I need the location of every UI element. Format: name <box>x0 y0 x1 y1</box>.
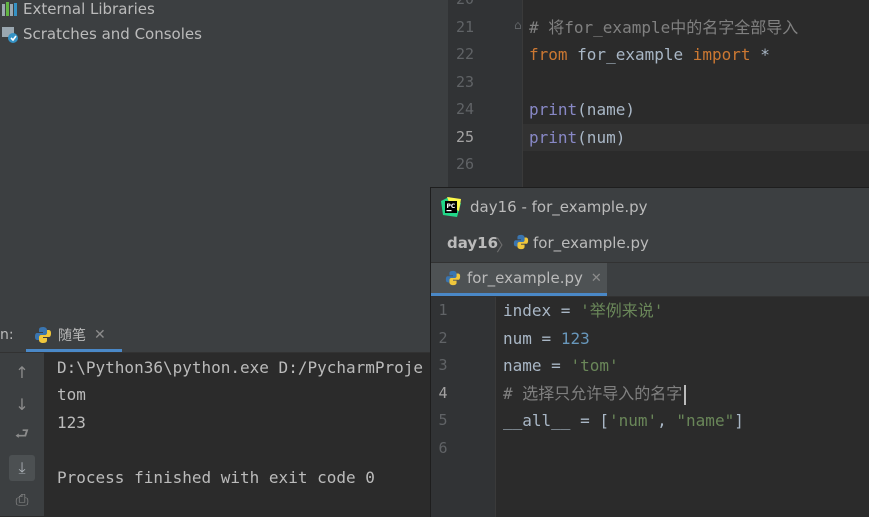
code-token: print <box>529 100 578 119</box>
run-tab-label: 随笔 <box>58 327 86 344</box>
line-number: 26 <box>455 155 475 173</box>
breadcrumb-separator-icon: 〉 <box>496 236 513 255</box>
scroll-to-end-icon[interactable]: ⤓ <box>9 455 35 481</box>
code-token: (name) <box>577 100 635 119</box>
run-header: n: 随笔 ✕ <box>0 320 432 353</box>
tree-item-label: Scratches and Consoles <box>23 25 202 43</box>
text-caret <box>684 385 686 405</box>
soft-wrap-icon[interactable]: ⮐ <box>9 423 35 449</box>
down-arrow-icon[interactable]: ↓ <box>9 391 35 417</box>
code-token: # 将for_example中的名字全部导入 <box>529 17 799 37</box>
line-number: 22 <box>455 45 475 63</box>
project-panel: External Libraries Scratches and Console… <box>0 0 448 320</box>
code-line: from for_example import * <box>529 41 770 68</box>
code-token: name <box>503 356 542 375</box>
python-file-icon <box>445 270 461 286</box>
code-token: for_example <box>567 45 693 64</box>
library-icon <box>0 0 20 19</box>
main-editor[interactable]: 20 21 22 23 24 25 26 # 将for_example中的名字全部导入fro… <box>448 0 869 187</box>
line-number: 20 <box>445 0 485 13</box>
line-number: 5 <box>438 411 448 429</box>
code-token: = <box>531 328 561 348</box>
line-number: 24 <box>455 100 475 118</box>
code-token: = <box>541 356 571 375</box>
tab-label: for_example.py <box>467 269 583 287</box>
breadcrumb-file[interactable]: for_example.py <box>533 234 649 252</box>
code-token: 123 <box>560 328 590 348</box>
run-tab[interactable]: 随笔 ✕ <box>26 320 122 352</box>
code-line: index = '举例来说' <box>503 297 663 324</box>
line-number: 23 <box>455 72 475 91</box>
line-number: 1 <box>438 301 448 319</box>
breadcrumb: day16 〉 for_example.py <box>431 226 869 263</box>
code-line: print(name) <box>529 96 635 123</box>
close-icon[interactable]: ✕ <box>94 327 106 343</box>
tree-item-external-libraries[interactable]: External Libraries <box>0 0 155 21</box>
close-icon[interactable]: ✕ <box>591 271 602 286</box>
print-icon[interactable]: ⎙ <box>9 487 35 513</box>
python-file-icon <box>513 234 529 250</box>
code-token: # 选择只允许导入的名字 <box>503 383 683 403</box>
console-line: tom <box>57 385 86 404</box>
code-line: # 选择只允许导入的名字 <box>503 380 682 407</box>
code-token: num <box>503 328 532 348</box>
code-line: name = 'tom' <box>503 352 619 379</box>
popup-editor[interactable]: 123456 index = '举例来说' num = 123 name = 'to… <box>431 297 869 517</box>
code-token: '举例来说' <box>580 301 664 320</box>
code-token: "name" <box>676 411 735 430</box>
code-line: print(num) <box>529 124 625 151</box>
run-toolbar: ↑ ↓ ⮐ ⤓ ⎙ <box>0 353 44 516</box>
tab-for-example[interactable]: for_example.py ✕ <box>431 263 607 296</box>
code-token: from <box>529 45 568 64</box>
code-token: 'tom' <box>570 356 619 375</box>
code-token: index <box>503 301 552 320</box>
code-token: (num) <box>577 127 626 147</box>
line-number: 3 <box>438 356 448 374</box>
run-label: n: <box>0 327 14 343</box>
code-line: num = 123 <box>503 325 590 352</box>
breadcrumb-project[interactable]: day16 <box>447 234 498 252</box>
code-token: = <box>551 301 581 320</box>
code-token: 'num' <box>608 411 658 430</box>
console-line: 123 <box>57 413 86 432</box>
scratches-icon <box>0 24 20 44</box>
console-line: D:\Python36\python.exe D:/PycharmProje <box>57 358 424 377</box>
gutter-divider <box>522 0 523 187</box>
tree-item-label: External Libraries <box>23 0 155 18</box>
fold-icon[interactable]: ⌂ <box>514 18 522 32</box>
run-panel: n: 随笔 ✕ ↑ ↓ ⮐ ⤓ ⎙ D:\Python36\python.exe… <box>0 320 432 516</box>
pycharm-logo-icon: PC <box>441 197 461 217</box>
code-token: ] <box>734 411 744 430</box>
code-token: import <box>692 45 751 64</box>
code-token: * <box>750 45 770 64</box>
console-line: Process finished with exit code 0 <box>57 468 375 487</box>
code-token: print <box>529 127 578 147</box>
line-number: 2 <box>438 328 448 347</box>
line-number: 21 <box>455 17 475 36</box>
editor-tabs: for_example.py ✕ <box>431 263 869 297</box>
code-line: __all__ = ['num', "name"] <box>503 407 744 434</box>
popup-titlebar[interactable]: PC day16 - for_example.py <box>431 188 869 226</box>
code-line: # 将for_example中的名字全部导入 <box>529 14 798 41</box>
gutter-divider <box>495 297 496 517</box>
line-number: 4 <box>438 383 448 402</box>
popup-window: PC day16 - for_example.py day16 〉 for_ex… <box>430 187 869 517</box>
code-token: , <box>657 411 677 430</box>
tree-item-scratches[interactable]: Scratches and Consoles <box>0 22 202 46</box>
svg-text:PC: PC <box>447 203 456 210</box>
popup-title: day16 - for_example.py <box>470 198 648 216</box>
python-icon <box>34 326 52 344</box>
code-token: __all__ <box>503 411 571 430</box>
line-number: 6 <box>438 438 448 457</box>
line-number: 25 <box>455 127 475 146</box>
up-arrow-icon[interactable]: ↑ <box>9 359 35 385</box>
code-token: = [ <box>570 411 609 430</box>
